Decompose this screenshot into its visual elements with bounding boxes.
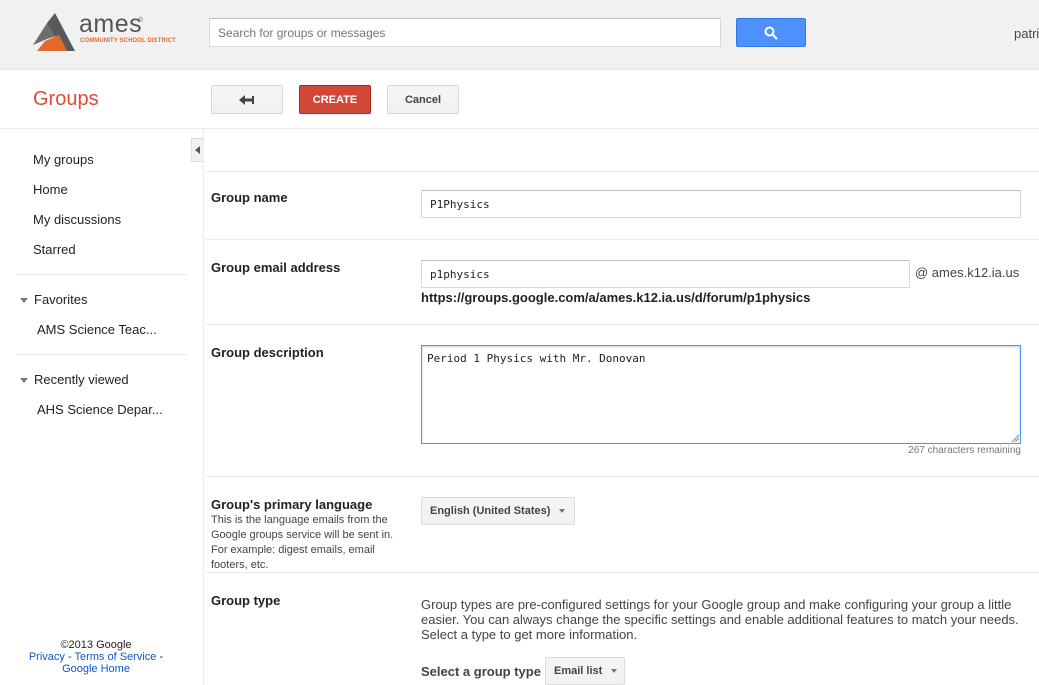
email-domain-suffix: @ ames.k12.ia.us bbox=[915, 265, 1020, 280]
resize-grip-icon[interactable] bbox=[1011, 434, 1019, 442]
primary-language-dropdown[interactable]: English (United States) bbox=[421, 497, 575, 525]
group-email-input[interactable]: p1physics bbox=[421, 260, 910, 288]
favorite-item[interactable]: AMS Science Teac... bbox=[37, 322, 157, 337]
sidebar-item-my-discussions[interactable]: My discussions bbox=[33, 212, 121, 227]
logo-trademark: ® bbox=[138, 17, 144, 24]
sidebar-divider bbox=[16, 274, 187, 275]
search-icon bbox=[764, 26, 778, 40]
group-type-label: Group type bbox=[211, 593, 281, 608]
favorites-section-toggle[interactable]: Favorites bbox=[20, 292, 87, 307]
expand-triangle-icon bbox=[20, 378, 28, 384]
dropdown-arrow-icon bbox=[611, 669, 618, 673]
expand-triangle-icon bbox=[20, 298, 28, 304]
characters-remaining: 267 characters remaining bbox=[908, 445, 1021, 456]
form-divider bbox=[205, 476, 1039, 477]
group-name-input[interactable]: P1Physics bbox=[421, 190, 1021, 218]
primary-language-value: English (United States) bbox=[430, 505, 551, 517]
top-bar: ames ® COMMUNITY SCHOOL DISTRICT patri bbox=[0, 0, 1039, 70]
primary-language-label: Group's primary language bbox=[211, 497, 373, 512]
back-button[interactable] bbox=[211, 85, 283, 114]
back-arrow-icon bbox=[239, 94, 254, 105]
user-name[interactable]: patri bbox=[1014, 26, 1039, 41]
description-text: Period 1 Physics with Mr. Donovan bbox=[427, 352, 646, 365]
google-home-link[interactable]: Google Home bbox=[62, 663, 130, 675]
dropdown-arrow-icon bbox=[559, 509, 566, 513]
cancel-button[interactable]: Cancel bbox=[387, 85, 459, 114]
form-divider bbox=[205, 572, 1039, 573]
logo-wordmark: ames bbox=[79, 10, 143, 38]
group-url: https://groups.google.com/a/ames.k12.ia.… bbox=[421, 290, 811, 305]
search-button[interactable] bbox=[736, 18, 806, 47]
form-divider bbox=[205, 324, 1039, 325]
ames-logo[interactable]: ames ® COMMUNITY SCHOOL DISTRICT bbox=[33, 10, 183, 55]
form-divider bbox=[205, 239, 1039, 240]
chevron-left-icon bbox=[195, 146, 200, 154]
terms-link[interactable]: Terms of Service bbox=[74, 651, 156, 663]
group-type-value: Email list bbox=[554, 665, 603, 677]
recently-viewed-section-toggle[interactable]: Recently viewed bbox=[20, 372, 129, 387]
sidebar-divider bbox=[16, 354, 187, 355]
group-name-label: Group name bbox=[211, 190, 288, 205]
privacy-link[interactable]: Privacy bbox=[29, 651, 65, 663]
group-description-textarea[interactable]: Period 1 Physics with Mr. Donovan bbox=[421, 345, 1021, 444]
footer-separator: - bbox=[156, 651, 164, 663]
logo-subline: COMMUNITY SCHOOL DISTRICT bbox=[80, 38, 176, 44]
group-description-label: Group description bbox=[211, 345, 324, 360]
favorites-label: Favorites bbox=[34, 292, 88, 307]
sidebar-item-home[interactable]: Home bbox=[33, 182, 68, 197]
recently-viewed-label: Recently viewed bbox=[34, 372, 129, 387]
group-email-label: Group email address bbox=[211, 260, 341, 275]
copyright: ©2013 Google bbox=[60, 639, 132, 651]
recently-viewed-item[interactable]: AHS Science Depar... bbox=[37, 402, 163, 417]
create-button[interactable]: CREATE bbox=[299, 85, 371, 114]
group-type-dropdown[interactable]: Email list bbox=[545, 657, 625, 685]
form-divider bbox=[205, 171, 1039, 172]
group-type-description: Group types are pre-configured settings … bbox=[421, 597, 1019, 642]
primary-language-hint: This is the language emails from the Goo… bbox=[211, 514, 394, 571]
select-group-type-label: Select a group type bbox=[421, 664, 541, 679]
sidebar-item-starred[interactable]: Starred bbox=[33, 242, 76, 257]
ames-logo-icon bbox=[33, 13, 75, 51]
sidebar-item-my-groups[interactable]: My groups bbox=[33, 152, 94, 167]
search-input[interactable] bbox=[209, 18, 721, 47]
app-title[interactable]: Groups bbox=[33, 88, 99, 111]
footer: ©2013 Google Privacy - Terms of Service … bbox=[0, 639, 192, 675]
collapse-sidebar-button[interactable] bbox=[191, 138, 204, 162]
